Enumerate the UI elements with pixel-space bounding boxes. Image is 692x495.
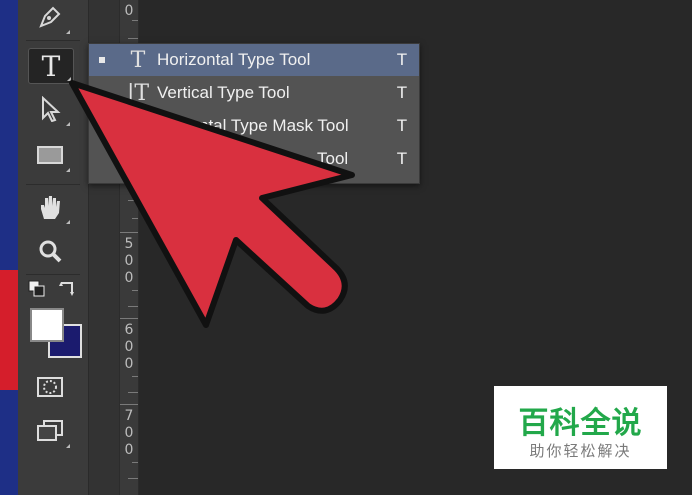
watermark-title: 百科全说 <box>518 407 643 440</box>
watermark-subtitle: 助你轻松解决 <box>529 443 632 460</box>
watermark-logo: 百科全说 助你轻松解决 <box>494 386 667 469</box>
